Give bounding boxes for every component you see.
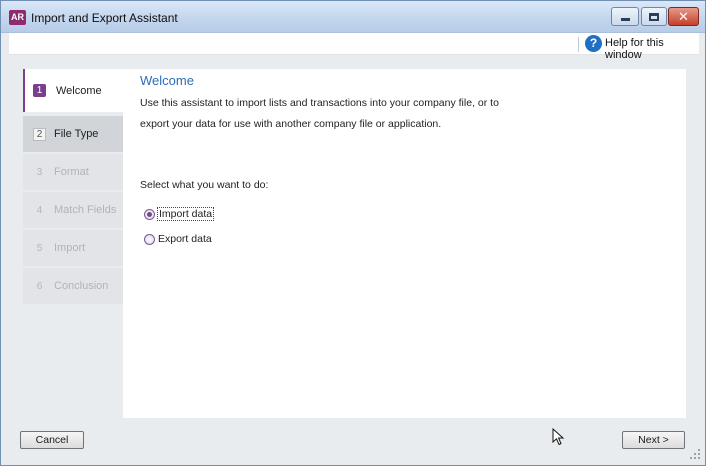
page-title: Welcome [140,73,194,88]
step-number: 1 [33,84,46,97]
window-title: Import and Export Assistant [31,11,178,25]
minimize-icon [620,18,630,21]
step-label: Welcome [56,85,102,97]
step-conclusion: 6 Conclusion [23,268,123,304]
step-navigation: 1 Welcome 2 File Type 3 Format 4 Match F… [23,69,123,306]
mouse-pointer-icon [552,428,565,446]
step-number: 3 [36,167,43,178]
title-bar[interactable]: AR Import and Export Assistant ✕ [1,1,705,33]
step-label: Import [54,242,86,254]
close-icon: ✕ [678,9,689,24]
step-number: 4 [36,205,43,216]
step-import: 5 Import [23,230,123,266]
step-label: Conclusion [54,280,109,292]
export-data-label[interactable]: Export data [157,233,213,245]
minimize-button[interactable] [611,7,639,26]
help-icon[interactable]: ? [585,35,602,52]
step-label: Match Fields [54,204,117,216]
help-divider [578,37,579,52]
content-panel: Welcome Use this assistant to import lis… [123,69,686,418]
import-data-label[interactable]: Import data [157,207,215,221]
step-number: 5 [36,243,43,254]
selection-prompt: Select what you want to do: [140,179,269,191]
export-data-option[interactable]: Export data [144,233,213,245]
step-welcome[interactable]: 1 Welcome [23,69,123,112]
maximize-icon [649,12,659,21]
step-number: 6 [36,281,43,292]
import-data-option[interactable]: Import data [144,207,215,221]
step-label: Format [54,166,89,178]
import-data-radio[interactable] [144,208,155,220]
step-match-fields: 4 Match Fields [23,192,123,228]
app-logo-icon: AR [9,10,26,25]
help-link[interactable]: Help for this window [605,37,699,61]
close-button[interactable]: ✕ [668,7,699,26]
import-export-assistant-window: AR Import and Export Assistant ✕ ? Help … [0,0,706,466]
next-button[interactable]: Next > [622,431,685,449]
step-label: File Type [54,128,99,140]
cancel-button[interactable]: Cancel [20,431,84,449]
maximize-button[interactable] [641,7,667,26]
help-bar: ? Help for this window [9,33,699,61]
step-format: 3 Format [23,154,123,190]
export-data-radio[interactable] [144,233,155,245]
intro-text: Use this assistant to import lists and t… [140,97,499,130]
resize-grip-icon[interactable] [689,448,701,460]
step-number: 2 [33,128,46,141]
step-file-type[interactable]: 2 File Type [23,116,123,152]
